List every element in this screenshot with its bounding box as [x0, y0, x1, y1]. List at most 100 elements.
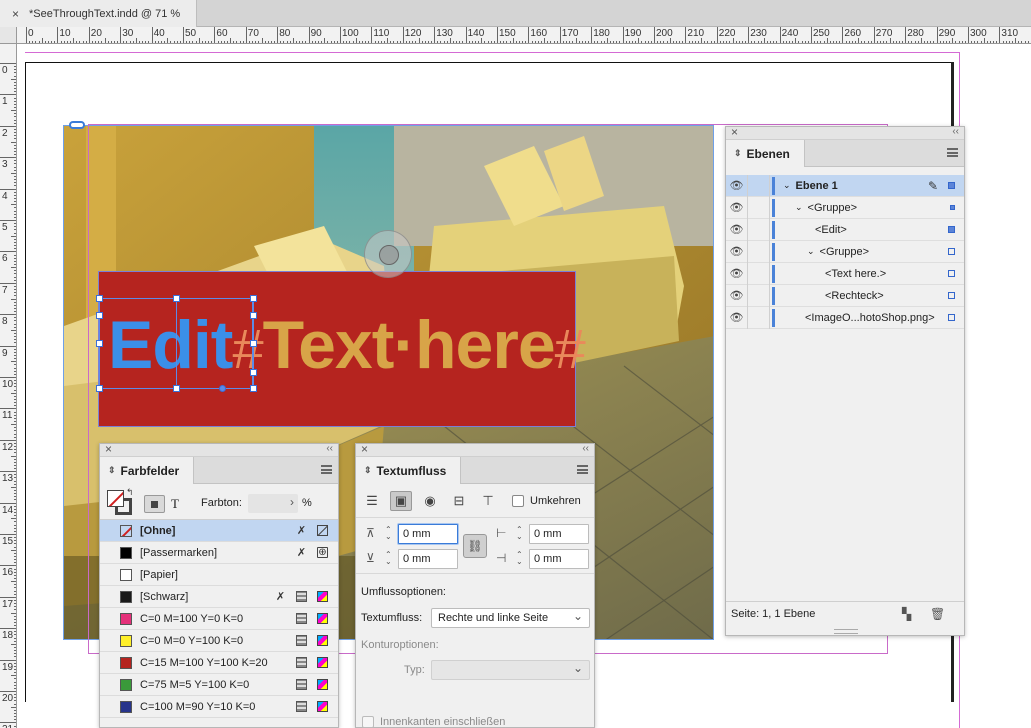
document-tab[interactable]: × *SeeThroughText.indd @ 71 %	[0, 0, 197, 27]
resize-handle-l1[interactable]	[96, 312, 103, 319]
layer-row-text-here[interactable]: 👁 <Text here.>	[726, 262, 964, 285]
trash-icon[interactable]: 🗑	[930, 607, 945, 621]
selection-square-icon[interactable]	[948, 270, 955, 277]
collapse-panel-icon[interactable]: ‹‹	[326, 443, 333, 454]
resize-handle-bm[interactable]	[173, 385, 180, 392]
vertical-ruler[interactable]: 0123456789101112131415161718192021	[0, 44, 17, 728]
panel-titlebar[interactable]: × ‹‹	[100, 442, 338, 457]
swap-icon[interactable]: ↰	[126, 487, 134, 498]
eye-icon[interactable]: 👁	[726, 174, 748, 197]
eye-icon[interactable]: 👁	[726, 262, 748, 285]
include-inner-edges-checkbox[interactable]	[362, 716, 374, 728]
swatch-row[interactable]: [Passermarken] ✗ ⊕	[100, 542, 338, 564]
bottom-offset-input[interactable]: 0 mm	[398, 549, 458, 569]
chevron-down-icon[interactable]: ⌄	[783, 180, 791, 191]
layer-row-gruppe-2[interactable]: 👁 ⌄ <Gruppe>	[726, 240, 964, 263]
resize-handle-mr[interactable]	[250, 340, 257, 347]
resize-handle-tr[interactable]	[250, 295, 257, 302]
resize-handle-tl[interactable]	[96, 295, 103, 302]
eye-icon[interactable]: 👁	[726, 218, 748, 241]
selection-square-icon[interactable]	[948, 226, 955, 233]
swatch-row[interactable]: C=0 M=0 Y=100 K=0	[100, 630, 338, 652]
chevron-down-icon[interactable]: ⌄	[795, 202, 803, 213]
jump-to-next-column-icon[interactable]: ⊤	[477, 491, 499, 511]
tab-farbfelder[interactable]: ⇕ Farbfelder	[100, 457, 195, 484]
swatch-row[interactable]: C=75 M=5 Y=100 K=0	[100, 674, 338, 696]
lock-toggle[interactable]	[748, 196, 770, 219]
left-offset-input[interactable]: 0 mm	[529, 524, 589, 544]
anchor-point[interactable]	[219, 385, 226, 392]
close-panel-icon[interactable]: ×	[361, 442, 368, 456]
new-layer-icon[interactable]: ▚	[902, 607, 911, 621]
panel-menu-icon[interactable]	[577, 465, 588, 474]
top-offset-input[interactable]: 0 mm	[398, 524, 458, 544]
panel-menu-icon[interactable]	[321, 465, 332, 474]
layer-row-edit[interactable]: 👁 <Edit>	[726, 218, 964, 241]
no-wrap-icon[interactable]: ☰	[361, 491, 383, 511]
tab-textumfluss[interactable]: ⇕ Textumfluss	[356, 457, 462, 484]
bottom-offset-stepper[interactable]: ⌃ ⌄	[385, 551, 392, 566]
group-link-icon[interactable]	[69, 121, 85, 129]
eye-icon[interactable]: 👁	[726, 306, 748, 329]
resize-grip-icon[interactable]	[834, 629, 858, 634]
ruler-origin[interactable]	[0, 27, 17, 44]
panel-menu-icon[interactable]	[947, 148, 958, 157]
layer-row-image[interactable]: 👁 <ImageO...hotoShop.png>	[726, 306, 964, 329]
lock-toggle[interactable]	[748, 218, 770, 241]
close-panel-icon[interactable]: ×	[105, 442, 112, 456]
lock-toggle[interactable]	[748, 174, 770, 197]
swatch-row[interactable]: [Papier]	[100, 564, 338, 586]
selection-square-icon[interactable]	[950, 205, 955, 210]
collapse-panel-icon[interactable]: ‹‹	[952, 126, 959, 137]
top-offset-stepper[interactable]: ⌃ ⌄	[385, 526, 392, 541]
close-tab-icon[interactable]: ×	[12, 7, 19, 21]
right-offset-stepper[interactable]: ⌃ ⌄	[516, 551, 523, 566]
eye-icon[interactable]: 👁	[726, 196, 748, 219]
jump-object-icon[interactable]: ⊟	[448, 491, 470, 511]
lock-toggle[interactable]	[748, 284, 770, 307]
resize-handle-r2[interactable]	[250, 369, 257, 376]
eye-icon[interactable]: 👁	[726, 240, 748, 263]
eye-icon[interactable]: 👁	[726, 284, 748, 307]
layer-row-rechteck[interactable]: 👁 <Rechteck>	[726, 284, 964, 307]
wrap-object-shape-icon[interactable]: ◉	[419, 491, 441, 511]
lock-toggle[interactable]	[748, 262, 770, 285]
invert-checkbox[interactable]	[512, 495, 524, 507]
wrap-bounding-box-icon[interactable]: ▣	[390, 491, 412, 511]
wrap-to-select[interactable]: Rechte und linke Seite	[431, 608, 590, 628]
selection-square-icon[interactable]	[948, 292, 955, 299]
layer-row-gruppe[interactable]: 👁 ⌄ <Gruppe>	[726, 196, 964, 219]
resize-handle-bl[interactable]	[96, 385, 103, 392]
text-format-button[interactable]: T	[171, 496, 179, 512]
text-here[interactable]: Text·here	[263, 307, 556, 383]
swatch-row[interactable]: C=15 M=100 Y=100 K=20	[100, 652, 338, 674]
swatch-row[interactable]: [Schwarz] ✗	[100, 586, 338, 608]
left-offset-stepper[interactable]: ⌃ ⌄	[516, 526, 523, 541]
chevron-down-icon[interactable]: ⌄	[807, 246, 815, 257]
resize-handle-ml[interactable]	[96, 340, 103, 347]
tint-input[interactable]	[248, 494, 298, 513]
selection-square-icon[interactable]	[948, 314, 955, 321]
right-offset-input[interactable]: 0 mm	[529, 549, 589, 569]
swatch-row[interactable]: C=100 M=90 Y=10 K=0	[100, 696, 338, 718]
layer-row-ebene-1[interactable]: 👁 ⌄ Ebene 1 ✎	[726, 174, 964, 197]
swatch-row[interactable]: [Ohne] ✗	[100, 520, 338, 542]
content-grabber-icon[interactable]	[364, 230, 412, 278]
link-offsets-icon[interactable]: ⛓	[463, 534, 487, 558]
resize-handle-tm[interactable]	[173, 295, 180, 302]
tab-ebenen[interactable]: ⇕ Ebenen	[726, 140, 805, 167]
swatch-row[interactable]: C=0 M=100 Y=0 K=0	[100, 608, 338, 630]
fill-swatch-icon[interactable]	[107, 490, 124, 507]
panel-titlebar[interactable]: × ‹‹	[726, 125, 964, 140]
lock-toggle[interactable]	[748, 306, 770, 329]
horizontal-ruler[interactable]: 0 10 20 30 40 50 60 70 80 90 100 110 120 130 140 150 160…	[17, 27, 1031, 44]
lock-toggle[interactable]	[748, 240, 770, 263]
container-format-button[interactable]	[144, 495, 165, 513]
panel-titlebar[interactable]: × ‹‹	[356, 442, 594, 457]
collapse-panel-icon[interactable]: ‹‹	[582, 443, 589, 454]
selection-square-icon[interactable]	[948, 182, 955, 189]
selection-square-icon[interactable]	[948, 248, 955, 255]
resize-handle-br[interactable]	[250, 385, 257, 392]
close-panel-icon[interactable]: ×	[731, 125, 738, 139]
resize-handle-r1[interactable]	[250, 312, 257, 319]
